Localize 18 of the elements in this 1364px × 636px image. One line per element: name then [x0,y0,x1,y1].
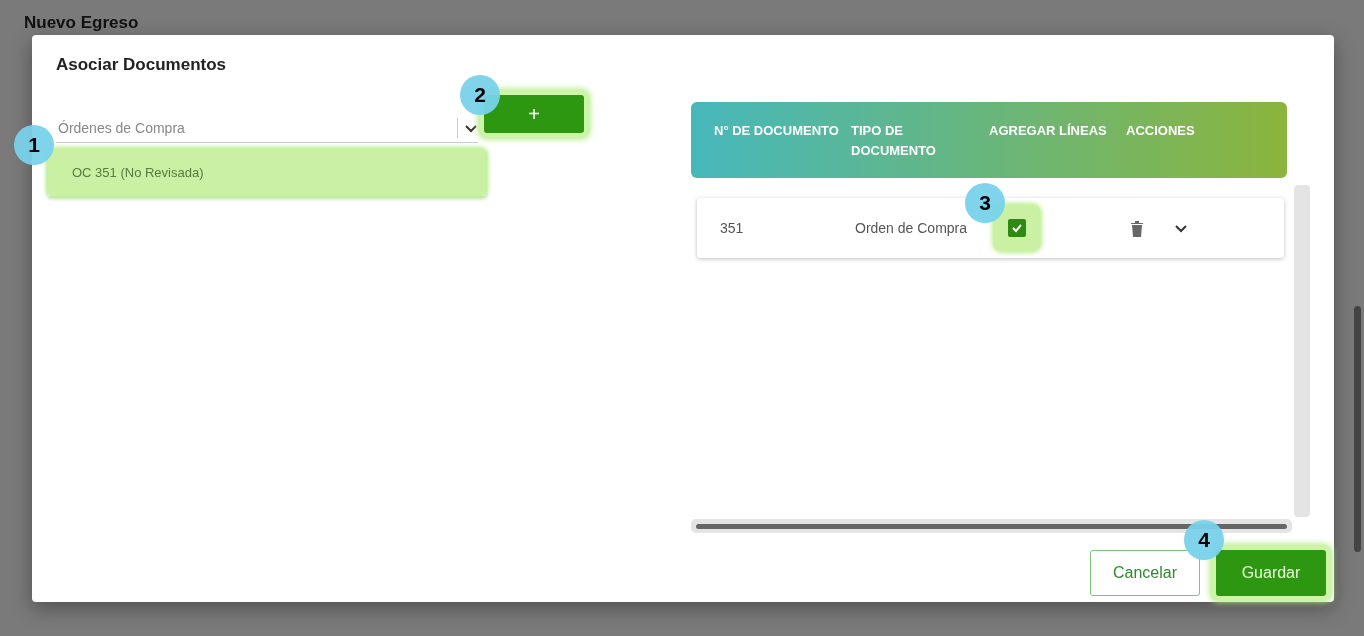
column-header: TIPO DE DOCUMENTO [851,122,937,160]
table-cell-text: 351 [720,220,745,236]
trash-icon[interactable] [1130,219,1144,237]
scrollbar-thumb[interactable] [1354,306,1361,552]
column-header: N° DE DOCUMENTO [714,122,840,140]
dropdown-option[interactable]: OC 351 (No Revisada) [48,149,486,196]
step-badge: 1 [14,125,54,165]
table-cell-text: Orden de Compra [855,220,969,236]
dialog-title: Asociar Documentos [56,55,228,75]
horizontal-scrollbar[interactable] [691,519,1292,533]
check-icon [1011,222,1023,234]
vertical-scrollbar[interactable] [1294,185,1310,517]
column-header: ACCIONES [1126,122,1196,140]
cancel-button[interactable]: Cancelar [1089,550,1200,596]
page-title: Nuevo Egreso [24,13,139,33]
column-header: AGREGAR LÍNEAS [989,122,1108,140]
document-type-field[interactable]: Órdenes de Compra [56,119,451,136]
checkbox[interactable] [1008,219,1026,237]
